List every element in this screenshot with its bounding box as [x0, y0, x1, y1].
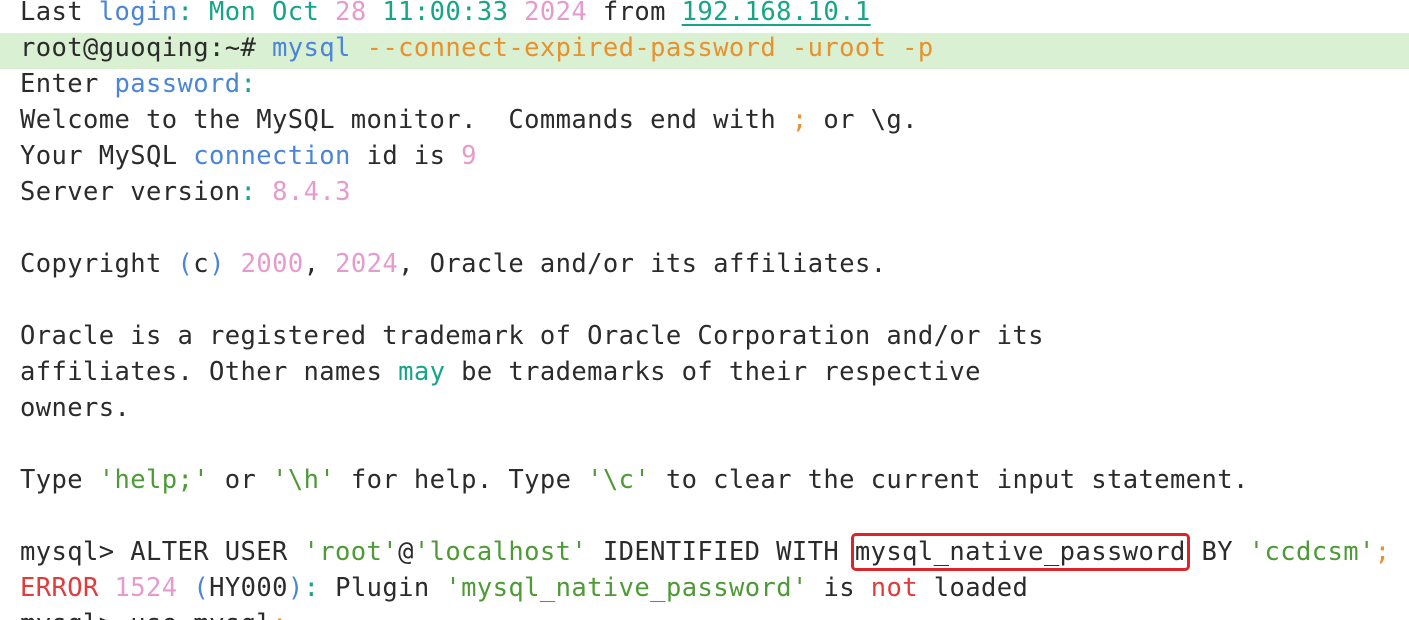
terminal-text: (: [177, 249, 194, 279]
terminal-text: mysql: [272, 33, 351, 63]
terminal-line: Your MySQL connection id is 9: [0, 141, 1409, 177]
terminal-text: Plugin: [335, 573, 446, 603]
terminal-text: 9: [461, 141, 477, 171]
terminal-text: , Oracle and/or its affiliates.: [398, 249, 887, 279]
terminal-text: loaded: [918, 573, 1029, 603]
terminal-text: 28: [335, 0, 367, 27]
terminal-text: password: [114, 69, 241, 99]
terminal-text: HY000: [209, 573, 288, 603]
terminal-text: BY: [1185, 537, 1249, 567]
terminal-text: ERROR: [20, 573, 99, 603]
terminal-text: ;: [1374, 537, 1391, 567]
terminal-line: Last login: Mon Oct 28 11:00:33 2024 fro…: [0, 0, 1409, 33]
terminal-text: 11:00:33: [366, 0, 525, 27]
terminal-text: ;: [272, 609, 288, 620]
terminal-text: 1524: [114, 573, 178, 603]
terminal-text: root@guoqing:~#: [20, 33, 273, 63]
terminal-text: Last: [20, 0, 99, 27]
terminal-text: affiliates. Other names: [20, 357, 399, 387]
terminal-text: :: [177, 0, 210, 27]
terminal-text: 2024: [524, 0, 588, 27]
terminal-text: 'help;': [98, 465, 210, 495]
terminal-text: ;: [791, 105, 808, 135]
terminal-line: Type 'help;' or '\h' for help. Type '\c'…: [0, 465, 1409, 501]
terminal-text: c: [193, 249, 210, 279]
terminal-text: '\h': [272, 465, 336, 495]
terminal-text: Welcome to the MySQL monitor. Commands e…: [20, 105, 792, 135]
terminal-text: owners.: [20, 393, 131, 423]
terminal-line: mysql> use mysql;: [0, 609, 1409, 620]
terminal-text: :: [240, 69, 257, 99]
terminal-text: from: [587, 0, 682, 27]
terminal-line: Enter password:: [0, 69, 1409, 105]
terminal-text: may: [398, 357, 446, 387]
terminal-text: :: [303, 573, 336, 603]
terminal-window[interactable]: Last login: Mon Oct 28 11:00:33 2024 fro…: [0, 0, 1409, 620]
terminal-text: (: [193, 573, 210, 603]
terminal-text: 'localhost': [413, 537, 588, 567]
terminal-text: 2024: [335, 249, 399, 279]
terminal-text: 8.4.3: [272, 177, 351, 207]
terminal-text: or: [209, 465, 273, 495]
terminal-line: Welcome to the MySQL monitor. Commands e…: [0, 105, 1409, 141]
terminal-line: Oracle is a registered trademark of Orac…: [0, 321, 1409, 357]
terminal-text: not: [870, 573, 918, 603]
terminal-line: root@guoqing:~# mysql --connect-expired-…: [0, 33, 1409, 69]
terminal-text: 'ccdcsm': [1248, 537, 1375, 567]
terminal-text: mysql> ALTER USER: [20, 537, 304, 567]
terminal-line: Server version: 8.4.3: [0, 177, 1409, 213]
ip-link[interactable]: 192.168.10.1: [682, 0, 871, 27]
terminal-text: Your MySQL: [20, 141, 194, 171]
terminal-text: id is: [350, 141, 462, 171]
terminal-text: IDENTIFIED WITH: [587, 537, 855, 567]
terminal-text: Copyright: [20, 249, 178, 279]
terminal-text: Server version: [20, 177, 241, 207]
terminal-line: Copyright (c) 2000, 2024, Oracle and/or …: [0, 249, 1409, 285]
terminal-text: --connect-expired-password -uroot -p: [350, 33, 934, 63]
terminal-line: affiliates. Other names may be trademark…: [0, 357, 1409, 393]
terminal-text: ,: [303, 249, 336, 279]
terminal-text: :: [240, 177, 273, 207]
annotation-box: mysql_native_password: [850, 533, 1190, 571]
terminal-text: Type: [20, 465, 99, 495]
terminal-text: login: [98, 0, 178, 27]
terminal-text: ): [287, 573, 304, 603]
terminal-text: mysql> use mysql: [20, 609, 272, 620]
terminal-text: '\c': [587, 465, 651, 495]
terminal-text: Mon Oct: [209, 0, 336, 27]
terminal-text: 2000: [240, 249, 304, 279]
terminal-text: is: [807, 573, 871, 603]
terminal-text: be trademarks of their respective: [445, 357, 981, 387]
terminal-text: to clear the current input statement.: [650, 465, 1249, 495]
terminal-line: mysql> ALTER USER 'root'@'localhost' IDE…: [0, 533, 1409, 573]
terminal-text: Oracle is a registered trademark of Orac…: [20, 321, 1044, 351]
terminal-text: ): [209, 249, 225, 279]
terminal-text: or \g.: [807, 105, 918, 135]
terminal-text: for help. Type: [335, 465, 588, 495]
terminal-line: owners.: [0, 393, 1409, 429]
terminal-text: Enter: [20, 69, 115, 99]
terminal-text: 'mysql_native_password': [445, 573, 808, 603]
terminal-text: 'root': [303, 537, 399, 567]
terminal-line: ERROR 1524 (HY000): Plugin 'mysql_native…: [0, 573, 1409, 609]
terminal-text: @: [398, 537, 414, 567]
terminal-text: connection: [193, 141, 351, 171]
